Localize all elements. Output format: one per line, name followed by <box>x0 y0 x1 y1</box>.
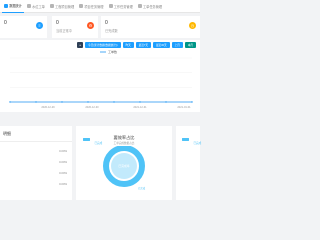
donut-chart: 已完成率 <box>103 146 145 187</box>
top-tab-bar: 数据统计 水位工单 工程项目管理 项目任务管理 工作任务管理 工单任务管理 <box>0 0 200 13</box>
detail-value: 0.00% <box>59 171 67 175</box>
x-tick-label: 2021-01-01 <box>177 105 191 109</box>
data-point <box>165 101 167 103</box>
stat-card-completed: 0 已完成数 ◷ <box>101 16 200 38</box>
donut-label: 已完成率 <box>118 164 129 168</box>
list-icon: ≡ <box>36 22 43 29</box>
tab-label: 水位工单 <box>32 4 45 9</box>
stat-value: 0 <box>4 20 7 26</box>
data-point <box>191 101 193 103</box>
trend-chart: 工单数 2020-12-29 2020-12-30 2021-12-31 2021-01… <box>9 49 193 109</box>
briefcase-icon <box>108 4 113 8</box>
clipboard-icon <box>137 4 142 8</box>
stat-card-total: 0 ≡ <box>0 16 47 38</box>
task-icon <box>79 4 84 8</box>
stat-card-in-progress: 0 当前正常中 ⚙ <box>52 16 98 38</box>
tab-data-stats[interactable]: 数据统计 <box>2 0 24 13</box>
tab-label: 工程项目管理 <box>55 4 75 9</box>
tab-label: 数据统计 <box>9 4 22 8</box>
stat-value: 0 <box>56 20 59 26</box>
gear-icon: ⚙ <box>87 22 94 29</box>
x-tick-label: 2020-12-30 <box>85 105 99 109</box>
efficiency-panel: 已完成 要效率占比 工单完成数据占比 已完成率 已完成 <box>76 126 172 200</box>
tab-project-task[interactable]: 项目任务管理 <box>77 0 105 13</box>
clock-icon: ◷ <box>189 22 196 29</box>
data-point <box>87 101 89 103</box>
chart-icon <box>4 3 8 8</box>
tab-project-management[interactable]: 工程项目管理 <box>48 0 76 13</box>
list-icon <box>26 4 31 8</box>
panel-title: 明细 <box>3 131 11 136</box>
tab-water-orders[interactable]: 水位工单 <box>25 0 47 13</box>
detail-value: 0.00% <box>59 182 67 186</box>
data-point <box>35 101 37 103</box>
panel-subtitle: 工单完成数据占比 <box>113 142 135 145</box>
tab-order-task[interactable]: 工单任务管理 <box>136 0 164 13</box>
stat-cards: 0 ≡ 0 当前正常中 ⚙ 0 已完成数 ◷ <box>0 16 200 38</box>
data-point <box>61 101 63 103</box>
bottom-legend: 已完成 <box>138 187 146 190</box>
trend-chart-panel: ≡ 今天(累计数据(数据统计)) 昨天 最近7天 最近30天 上月 本月 工单数… <box>0 40 200 112</box>
tab-work-task[interactable]: 工作任务管理 <box>107 0 135 13</box>
legend: 已完成 <box>182 131 201 149</box>
x-tick-label: 2021-12-31 <box>133 105 147 109</box>
legend-label: 已完成 <box>193 142 202 145</box>
legend-swatch <box>182 138 189 142</box>
stat-label: 当前正常中 <box>56 29 72 33</box>
detail-value: 0.00% <box>59 149 67 153</box>
detail-panel: 明细 0.00% 0.00% 0.00% 0.00% <box>0 126 72 200</box>
tab-label: 工单任务管理 <box>143 4 163 9</box>
data-point <box>113 101 115 103</box>
stat-value: 0 <box>105 20 108 26</box>
data-point <box>139 101 141 103</box>
stat-label: 已完成数 <box>105 29 118 33</box>
legend-label: 工单数 <box>108 49 117 54</box>
divider <box>0 141 72 142</box>
tab-label: 项目任务管理 <box>84 4 104 9</box>
x-tick-label: 2020-12-29 <box>41 105 55 109</box>
tab-label: 工作任务管理 <box>113 4 133 9</box>
data-point <box>9 101 11 103</box>
right-panel: 已完成 <box>176 126 201 200</box>
folder-icon <box>49 4 54 8</box>
detail-value: 0.00% <box>59 160 67 164</box>
